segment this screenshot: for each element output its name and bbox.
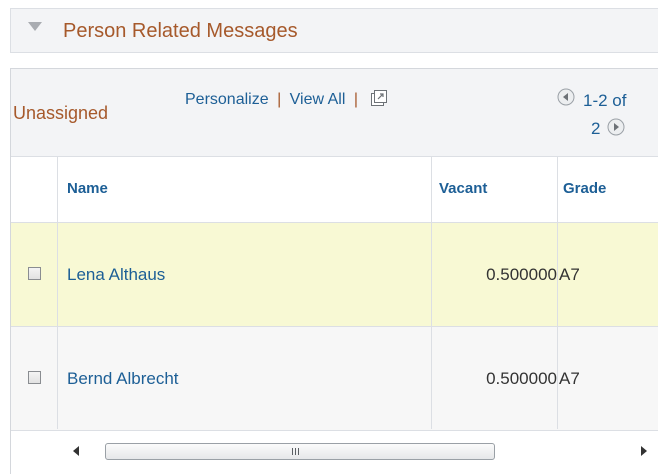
grade-value: A7	[559, 265, 580, 284]
column-header-grade[interactable]: Grade	[563, 180, 606, 197]
column-divider	[557, 157, 558, 429]
column-divider	[57, 157, 58, 429]
row-select-checkbox[interactable]	[28, 371, 41, 384]
triangle-down-icon[interactable]	[27, 21, 43, 33]
new-window-icon[interactable]	[370, 89, 388, 107]
horizontal-scrollbar[interactable]	[57, 441, 658, 463]
scroll-grip-icon	[292, 448, 299, 455]
scroll-left-icon[interactable]	[71, 445, 81, 457]
scroll-right-icon[interactable]	[639, 445, 649, 457]
column-header-name[interactable]: Name	[67, 180, 108, 197]
toolbar-separator: |	[353, 91, 359, 108]
section-title[interactable]: Person Related Messages	[63, 20, 298, 43]
grid-toolbar: Personalize | View All |	[185, 89, 388, 109]
person-name-link[interactable]: Bernd Albrecht	[67, 369, 179, 389]
column-headers: Name Vacant Grade	[11, 157, 658, 223]
pager: 1-2 of 2	[557, 85, 658, 145]
toolbar-separator: |	[277, 91, 282, 108]
column-header-vacant[interactable]: Vacant	[439, 180, 487, 197]
scrollbar-thumb[interactable]	[105, 443, 495, 460]
section-header[interactable]: Person Related Messages	[10, 8, 658, 53]
grid-header: Unassigned Personalize | View All | 1-2 …	[11, 69, 658, 157]
vacant-value: 0.500000	[486, 265, 557, 284]
column-divider	[431, 157, 432, 429]
pager-range-line2: 2	[591, 119, 601, 138]
grid-title: Unassigned	[13, 103, 109, 123]
vacant-value: 0.500000	[486, 369, 557, 388]
row-select-checkbox[interactable]	[28, 267, 41, 280]
unassigned-grid: Unassigned Personalize | View All | 1-2 …	[10, 68, 658, 474]
next-page-icon[interactable]	[607, 118, 625, 136]
personalize-link[interactable]: Personalize	[185, 91, 269, 108]
previous-page-icon[interactable]	[557, 88, 575, 106]
table-row: Lena Althaus 0.500000 A7	[11, 223, 658, 327]
view-all-link[interactable]: View All	[290, 91, 346, 108]
grade-value: A7	[559, 369, 580, 388]
table-row: Bernd Albrecht 0.500000 A7	[11, 327, 658, 431]
pager-range-line1: 1-2 of	[583, 91, 627, 110]
person-name-link[interactable]: Lena Althaus	[67, 265, 165, 285]
